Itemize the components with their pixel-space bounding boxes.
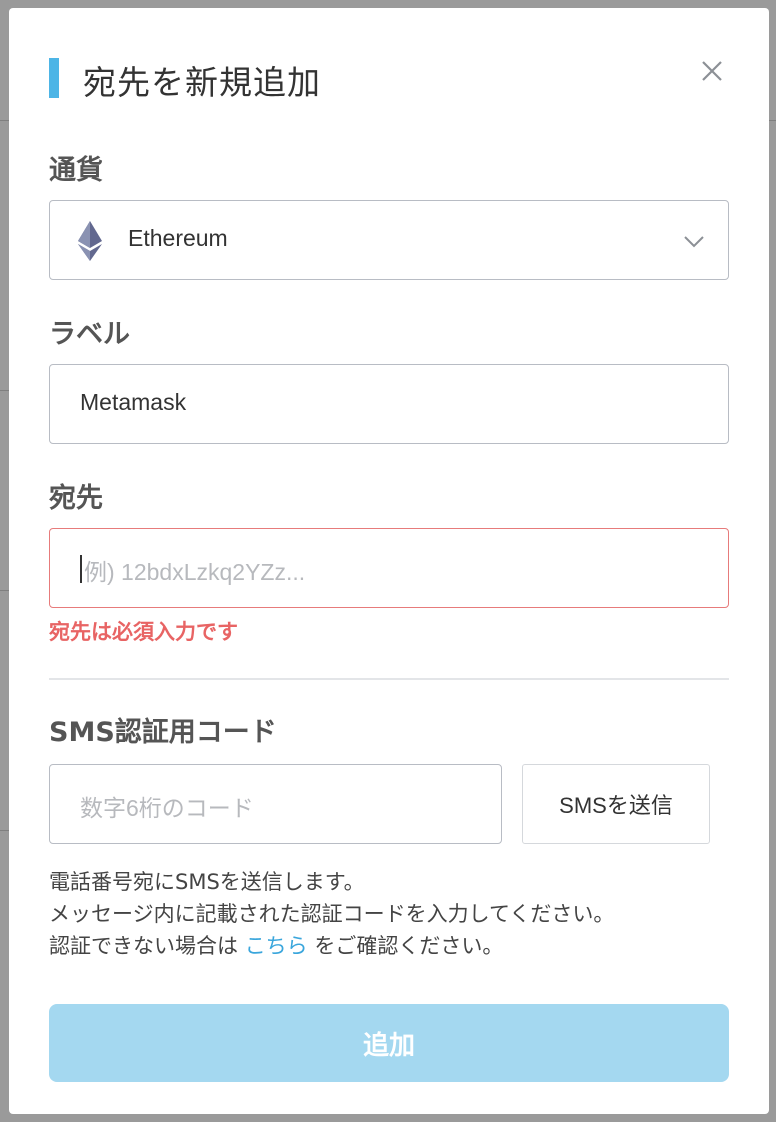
send-sms-button[interactable]: SMSを送信 (522, 764, 710, 844)
sms-code-input[interactable]: 数字6桁のコード (49, 764, 502, 844)
help-line-prefix: 認証できない場合は (49, 934, 238, 958)
section-divider (49, 678, 729, 680)
sms-code-placeholder: 数字6桁のコード (80, 795, 254, 821)
add-address-modal: 宛先を新規追加 通貨 Ethereum ラベル Metamask 宛先 例) 1… (9, 8, 769, 1114)
add-button[interactable]: 追加 (49, 1004, 729, 1082)
label-input-value: Metamask (80, 389, 187, 415)
help-line: 認証できない場合は こちら をご確認ください。 (49, 930, 749, 962)
currency-label: 通貨 (49, 155, 103, 186)
modal-header: 宛先を新規追加 (49, 50, 729, 102)
close-button[interactable] (699, 58, 725, 84)
help-line: メッセージ内に記載された認証コードを入力してください。 (49, 902, 615, 926)
sms-help-text: 電話番号宛にSMSを送信します。 メッセージ内に記載された認証コードを入力してく… (49, 866, 749, 962)
address-input[interactable]: 例) 12bdxLzkq2YZz... (49, 528, 729, 608)
help-line: 電話番号宛にSMSを送信します。 (49, 870, 365, 894)
text-caret (80, 555, 82, 583)
sms-code-label: SMS認証用コード (49, 717, 277, 748)
modal-title: 宛先を新規追加 (83, 63, 321, 102)
help-line-suffix: をご確認ください。 (314, 934, 504, 958)
close-icon (702, 61, 722, 81)
ethereum-icon (78, 221, 102, 261)
label-field-label: ラベル (49, 319, 130, 350)
currency-value: Ethereum (128, 225, 228, 251)
address-label: 宛先 (49, 483, 103, 514)
title-accent-bar (49, 58, 59, 98)
address-placeholder: 例) 12bdxLzkq2YZz... (84, 559, 306, 585)
chevron-down-icon (684, 236, 704, 248)
help-link[interactable]: こちら (245, 934, 308, 958)
currency-select[interactable]: Ethereum (49, 200, 729, 280)
label-input[interactable]: Metamask (49, 364, 729, 444)
address-error-message: 宛先は必須入力です (49, 620, 238, 644)
